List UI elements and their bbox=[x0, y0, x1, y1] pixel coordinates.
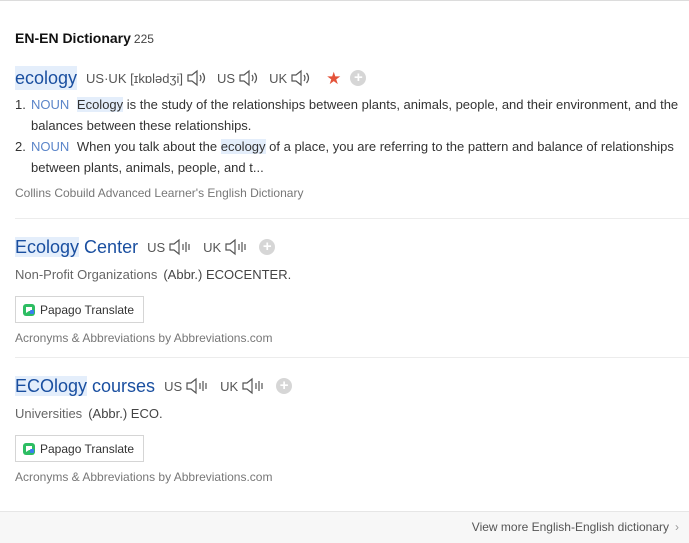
headword[interactable]: ECOlogy courses bbox=[15, 374, 155, 398]
entry-ecology: ecology US·UK [ɪkɒlədʒi] US UK ★ + 1. NO… bbox=[15, 66, 689, 200]
definition-item: 2. NOUN When you talk about the ecology … bbox=[15, 136, 689, 178]
papago-translate-button[interactable]: Papago Translate bbox=[15, 435, 145, 462]
abbreviation-row: Universities (Abbr.) ECO. bbox=[15, 406, 689, 421]
view-more-link[interactable]: View more English-English dictionary › bbox=[472, 520, 679, 534]
definition-number: 2. bbox=[15, 139, 26, 154]
source-label[interactable]: Acronyms & Abbreviations by Abbreviation… bbox=[15, 331, 689, 345]
abbreviation-text: (Abbr.) ECOCENTER. bbox=[163, 267, 292, 282]
category-label: Non-Profit Organizations bbox=[15, 267, 158, 282]
add-icon[interactable]: + bbox=[276, 378, 293, 394]
dictionary-title: EN-EN Dictionary bbox=[15, 30, 131, 46]
speaker-icon[interactable] bbox=[168, 238, 194, 256]
definition-highlight: Ecology bbox=[76, 97, 124, 112]
part-of-speech: NOUN bbox=[31, 97, 70, 112]
speaker-icon[interactable] bbox=[186, 69, 208, 87]
pronunciation-uk: UK bbox=[203, 238, 250, 256]
pronunciation-us: US bbox=[217, 69, 260, 87]
abbreviation-row: Non-Profit Organizations (Abbr.) ECOCENT… bbox=[15, 267, 689, 282]
pronunciation-uk: UK bbox=[269, 69, 312, 87]
papago-icon bbox=[23, 442, 35, 455]
part-of-speech: NOUN bbox=[31, 139, 70, 154]
pronunciation-label: UK bbox=[203, 239, 222, 255]
pronunciation-label: US bbox=[217, 70, 236, 86]
speaker-icon[interactable] bbox=[185, 377, 211, 395]
headword[interactable]: Ecology Center bbox=[15, 235, 138, 259]
source-label[interactable]: Acronyms & Abbreviations by Abbreviation… bbox=[15, 470, 689, 484]
pronunciation-label: UK bbox=[269, 70, 288, 86]
pronunciation-us: US bbox=[164, 377, 211, 395]
definition-text: When you talk about the bbox=[76, 139, 221, 154]
pronunciation-label: US bbox=[147, 239, 166, 255]
speaker-icon[interactable] bbox=[241, 377, 267, 395]
dictionary-header: EN-EN Dictionary 225 bbox=[15, 30, 154, 46]
entry-ecology-center: Ecology Center US UK + Non-Profit Organi… bbox=[15, 235, 689, 345]
footer-bar: View more English-English dictionary › bbox=[0, 511, 689, 543]
entry-ecology-courses: ECOlogy courses US UK + Universities (Ab… bbox=[15, 374, 689, 484]
headword-highlight: Ecology bbox=[15, 237, 80, 257]
speaker-icon[interactable] bbox=[238, 69, 260, 87]
category-label: Universities bbox=[15, 406, 83, 421]
pronunciation-uk: UK bbox=[220, 377, 267, 395]
headword[interactable]: ecology bbox=[15, 66, 78, 90]
definition-highlight: ecology bbox=[220, 139, 266, 154]
speaker-icon[interactable] bbox=[224, 238, 250, 256]
result-count: 225 bbox=[133, 32, 154, 46]
divider bbox=[15, 357, 689, 358]
add-icon[interactable]: + bbox=[259, 239, 276, 255]
pronunciation-label: US bbox=[164, 378, 183, 394]
add-icon[interactable]: + bbox=[350, 70, 367, 86]
button-label: Papago Translate bbox=[40, 302, 135, 317]
chevron-right-icon: › bbox=[675, 520, 679, 534]
speaker-icon[interactable] bbox=[290, 69, 312, 87]
definition-number: 1. bbox=[15, 97, 26, 112]
definition-text: is the study of the relationships betwee… bbox=[31, 97, 679, 133]
pronunciation-label: UK bbox=[220, 378, 239, 394]
pronunciation-text: US·UK [ɪkɒlədʒi] bbox=[86, 70, 184, 86]
pronunciation-usuk: US·UK [ɪkɒlədʒi] bbox=[86, 69, 208, 87]
top-border bbox=[0, 0, 689, 1]
headword-rest: courses bbox=[87, 376, 156, 396]
papago-icon bbox=[23, 303, 35, 316]
headword-rest: Center bbox=[79, 237, 139, 257]
button-label: Papago Translate bbox=[40, 441, 135, 456]
star-icon[interactable]: ★ bbox=[326, 70, 341, 87]
definition-item: 1. NOUN Ecology is the study of the rela… bbox=[15, 94, 689, 136]
source-label[interactable]: Collins Cobuild Advanced Learner's Engli… bbox=[15, 186, 689, 200]
pronunciation-us: US bbox=[147, 238, 194, 256]
headword-highlight: ECOlogy bbox=[15, 376, 88, 396]
divider bbox=[15, 218, 689, 219]
papago-translate-button[interactable]: Papago Translate bbox=[15, 296, 145, 323]
abbreviation-text: (Abbr.) ECO. bbox=[88, 406, 163, 421]
definition-list: 1. NOUN Ecology is the study of the rela… bbox=[15, 94, 689, 178]
view-more-label: View more English-English dictionary bbox=[471, 520, 669, 534]
